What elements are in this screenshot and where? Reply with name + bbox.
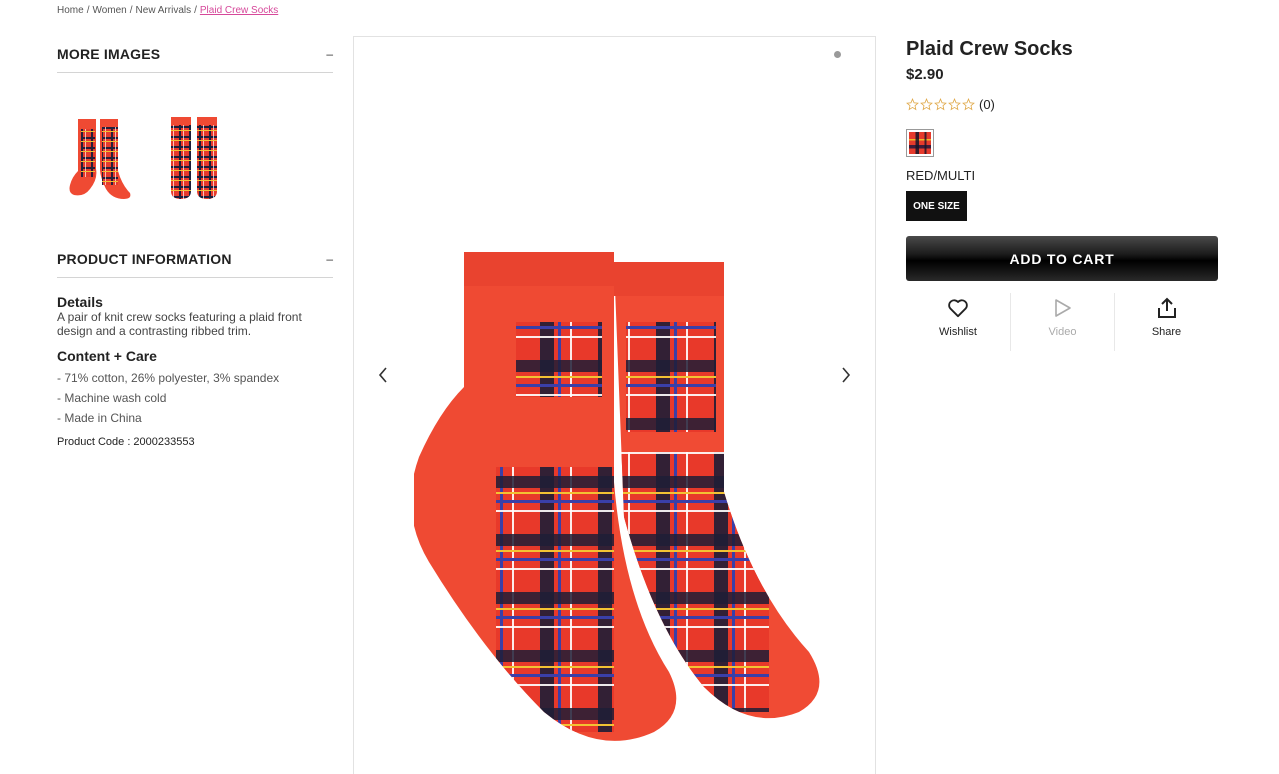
product-information-title: PRODUCT INFORMATION: [57, 251, 232, 267]
care-item: - 71% cotton, 26% polyester, 3% spandex: [57, 371, 280, 385]
play-icon: [1054, 299, 1071, 317]
rating-stars: [906, 97, 975, 111]
details-heading: Details: [57, 294, 103, 310]
thumbnail-top-view[interactable]: [160, 111, 230, 205]
star-outline-icon: [934, 97, 947, 110]
star-outline-icon: [948, 97, 961, 110]
thumbnail-side-view[interactable]: [66, 111, 136, 205]
breadcrumb-home[interactable]: Home: [57, 5, 84, 16]
product-summary: Plaid Crew Socks $2.90 (0) RED/MULTI ONE…: [906, 36, 1218, 351]
chevron-right-icon: [842, 367, 851, 383]
product-information-collapse-toggle[interactable]: –: [321, 252, 333, 266]
product-code: Product Code : 2000233553: [57, 436, 195, 448]
more-images-header[interactable]: MORE IMAGES –: [57, 36, 333, 73]
content-care-list: - 71% cotton, 26% polyester, 3% spandex …: [57, 368, 333, 428]
carousel-indicator-dot[interactable]: [834, 51, 841, 58]
star-outline-icon: [962, 97, 975, 110]
more-images-collapse-toggle[interactable]: –: [321, 47, 333, 61]
wishlist-label: Wishlist: [939, 326, 977, 338]
main-product-image: [414, 252, 820, 741]
size-option-one-size[interactable]: ONE SIZE: [906, 191, 967, 221]
carousel-next-button[interactable]: [836, 363, 856, 387]
breadcrumb-current[interactable]: Plaid Crew Socks: [200, 5, 278, 16]
color-swatch-plaid: [909, 132, 931, 154]
content-care-heading: Content + Care: [57, 348, 157, 364]
color-swatch[interactable]: [906, 129, 934, 157]
left-column: MORE IMAGES – PRODUCT INFORMATION – Deta…: [57, 36, 333, 448]
breadcrumb-new-arrivals[interactable]: New Arrivals: [136, 5, 192, 16]
breadcrumb-separator: /: [86, 5, 90, 16]
video-label: Video: [1048, 326, 1077, 338]
product-information-header[interactable]: PRODUCT INFORMATION –: [57, 241, 333, 278]
heart-icon: [948, 299, 968, 318]
product-actions: Wishlist Video Share: [906, 293, 1218, 351]
care-item: - Machine wash cold: [57, 391, 167, 405]
care-item: - Made in China: [57, 411, 142, 425]
wishlist-button[interactable]: Wishlist: [906, 293, 1010, 351]
product-rating[interactable]: (0): [906, 96, 1218, 112]
chevron-left-icon: [378, 367, 387, 383]
carousel-prev-button[interactable]: [373, 363, 393, 387]
share-label: Share: [1151, 326, 1182, 338]
breadcrumb-separator: /: [129, 5, 133, 16]
star-outline-icon: [906, 97, 919, 110]
breadcrumb-women[interactable]: Women: [92, 5, 126, 16]
main-product-image-carousel: [353, 36, 876, 774]
share-button[interactable]: Share: [1114, 293, 1218, 351]
product-information-section: PRODUCT INFORMATION – Details A pair of …: [57, 241, 333, 448]
star-outline-icon: [920, 97, 933, 110]
thumbnail-list: [57, 73, 333, 241]
more-images-title: MORE IMAGES: [57, 46, 161, 62]
details-description: A pair of knit crew socks featuring a pl…: [57, 310, 302, 338]
breadcrumb-separator: /: [194, 5, 197, 16]
breadcrumb: Home / Women / New Arrivals / Plaid Crew Socks: [57, 5, 278, 16]
video-button[interactable]: Video: [1010, 293, 1114, 351]
product-price: $2.90: [906, 66, 944, 83]
product-title: Plaid Crew Socks: [906, 38, 1073, 60]
share-icon: [1157, 297, 1176, 318]
selected-color-name: RED/MULTI: [906, 168, 976, 183]
review-count[interactable]: (0): [979, 97, 995, 112]
add-to-cart-button[interactable]: ADD TO CART: [906, 236, 1218, 281]
